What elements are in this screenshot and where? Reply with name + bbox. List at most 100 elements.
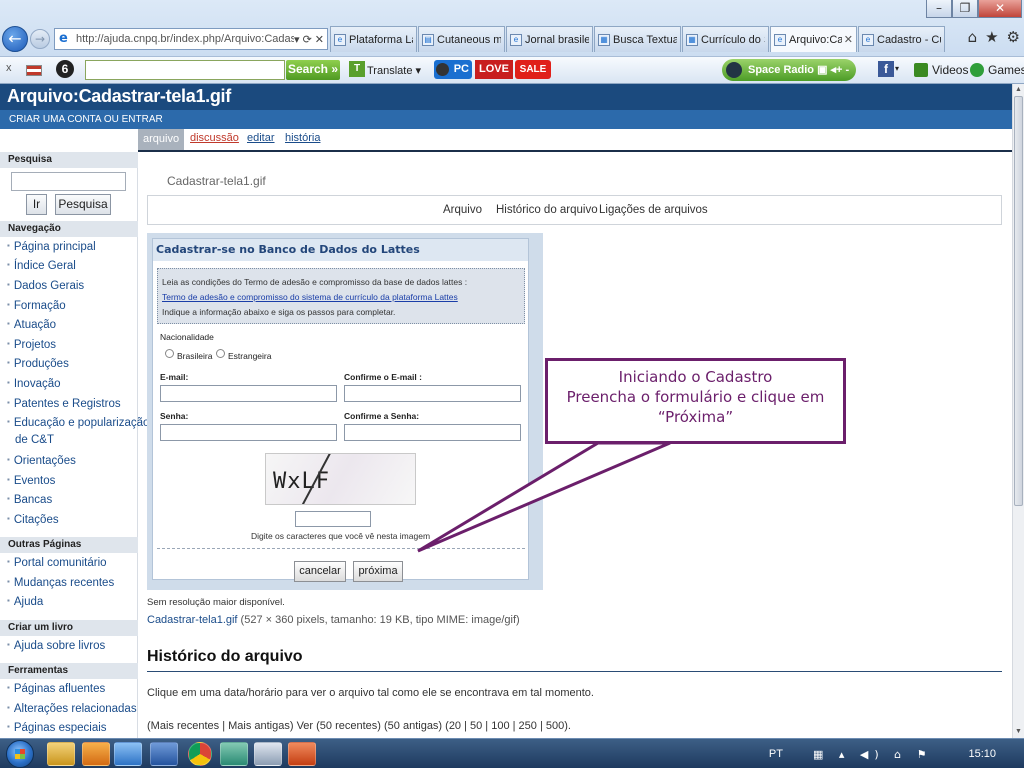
toolbar-close-icon[interactable]: x [6, 62, 12, 74]
sidebar-item-dados-gerais[interactable]: Dados Gerais [7, 280, 84, 292]
word-icon[interactable] [150, 742, 178, 766]
sidebar-item-bancas[interactable]: Bancas [7, 494, 52, 506]
sidebar-item-citacoes[interactable]: Citações [7, 514, 59, 526]
history-description: Clique em uma data/horário para ver o ar… [147, 687, 594, 699]
captcha-text: WxLF [273, 469, 330, 494]
sidebar-item-indice-geral[interactable]: Índice Geral [7, 260, 76, 272]
sidebar-item-educacao-cont[interactable]: de C&T [15, 434, 54, 446]
start-button[interactable] [6, 740, 34, 768]
tab-plataforma[interactable]: ePlataforma Lat... [330, 26, 417, 52]
vertical-scrollbar[interactable]: ▲ ▼ [1012, 84, 1024, 738]
sidebar-item-educacao[interactable]: Educação e popularização [7, 417, 150, 429]
sidebar-item-alteracoes[interactable]: Alterações relacionadas [7, 703, 137, 715]
tab-historia[interactable]: história [285, 132, 320, 144]
flag-icon[interactable] [26, 65, 42, 76]
facebook-dropdown-icon[interactable]: ▾ [895, 64, 899, 73]
tab-cadastro[interactable]: eCadastro - Cur... [858, 26, 945, 52]
chrome-icon[interactable] [188, 742, 212, 766]
url-text[interactable]: http://ajuda.cnpq.br/index.php/Arquivo:C… [76, 33, 294, 45]
captcha-hint: Digite os caracteres que você vê nesta i… [250, 531, 431, 541]
history-pagination[interactable]: (Mais recentes | Mais antigas) Ver (50 r… [147, 720, 571, 732]
toolbar-search-input[interactable] [85, 60, 285, 80]
go-button[interactable]: Ir [26, 194, 47, 215]
love-badge[interactable]: LOVE [475, 60, 513, 79]
sidebar-item-ajuda-livros[interactable]: Ajuda sobre livros [7, 640, 105, 652]
settings-gear-icon[interactable]: ⚙ [1007, 28, 1020, 46]
sale-badge[interactable]: SALE [515, 60, 551, 79]
sidebar-item-formacao[interactable]: Formação [7, 300, 66, 312]
sidebar-search-input[interactable] [11, 172, 126, 191]
callout-line2: Preencha o formulário e clique em [566, 388, 825, 406]
page-icon: ▤ [422, 33, 434, 46]
file-tab-ligacoes[interactable]: Ligações de arquivos [599, 204, 708, 216]
scroll-up-icon[interactable]: ▲ [1014, 85, 1023, 95]
sidebar-item-pagina-principal[interactable]: Página principal [7, 241, 96, 253]
tab-busca-textual[interactable]: ▦Busca Textual ... [594, 26, 681, 52]
scroll-down-icon[interactable]: ▼ [1014, 727, 1023, 737]
tab-editar[interactable]: editar [247, 132, 275, 144]
sidebar-item-projetos[interactable]: Projetos [7, 339, 56, 351]
tab-jornal[interactable]: eJornal brasileir... [506, 26, 593, 52]
file-tab-historico[interactable]: Histórico do arquivo [496, 204, 598, 216]
tab-arquivo-active[interactable]: eArquivo:Ca...✕ [770, 26, 857, 52]
explorer-folder-icon[interactable] [47, 742, 75, 766]
facebook-icon[interactable]: f [878, 61, 894, 77]
sidebar-item-eventos[interactable]: Eventos [7, 475, 56, 487]
back-button[interactable]: ← [2, 26, 28, 52]
tab-arquivo[interactable]: arquivo [138, 129, 185, 150]
sidebar-item-inovacao[interactable]: Inovação [7, 378, 61, 390]
translate-icon[interactable]: T [349, 61, 365, 77]
clock[interactable]: 15:10 [968, 748, 996, 760]
close-tab-icon[interactable]: ✕ [844, 33, 853, 46]
six-logo-icon[interactable]: 6 [56, 60, 74, 78]
sidebar-item-especiais[interactable]: Páginas especiais [7, 722, 107, 734]
file-tab-arquivo[interactable]: Arquivo [443, 204, 482, 216]
tab-discussao[interactable]: discussão [190, 132, 239, 144]
window-controls: – ❐ ✕ [926, 0, 1022, 18]
space-radio-widget[interactable]: Space Radio ▣ ◂+ - [722, 59, 856, 81]
home-icon[interactable]: ⌂ [968, 28, 978, 46]
sidebar-item-ajuda[interactable]: Ajuda [7, 596, 43, 608]
internet-explorer-icon[interactable] [114, 742, 142, 766]
file-image[interactable]: Cadastrar-se no Banco de Dados do Lattes… [147, 233, 543, 590]
sidebar-item-afluentes[interactable]: Páginas afluentes [7, 683, 105, 695]
tray-icons[interactable]: ▦ ▴ ◀) ⌂ ⚑ [813, 748, 933, 761]
terms-link: Termo de adesão e compromisso do sistema… [162, 292, 458, 302]
app-icon[interactable] [220, 742, 248, 766]
sidebar-heading-ferramentas: Ferramentas [0, 663, 138, 679]
address-bar[interactable]: e http://ajuda.cnpq.br/index.php/Arquivo… [54, 28, 328, 50]
translate-button[interactable]: Translate ▾ [367, 64, 421, 77]
url-dropdown-icon[interactable]: ▾ [294, 33, 300, 46]
maximize-button[interactable]: ❐ [952, 0, 978, 18]
refresh-icon[interactable]: ⟳ [303, 33, 312, 46]
close-window-button[interactable]: ✕ [978, 0, 1022, 18]
pc-badge[interactable]: PC [434, 60, 472, 79]
device-icon[interactable] [254, 742, 282, 766]
stop-icon[interactable]: ✕ [315, 33, 324, 46]
tab-curriculo[interactable]: ▦Currículo do Si... [682, 26, 769, 52]
sidebar-heading-pesquisa: Pesquisa [0, 152, 138, 168]
sidebar-item-portal[interactable]: Portal comunitário [7, 557, 107, 569]
toolbar-search-button[interactable]: Search » [286, 60, 340, 80]
sidebar-item-mudancas[interactable]: Mudanças recentes [7, 577, 114, 589]
ie-page-icon: e [59, 31, 68, 46]
scroll-thumb[interactable] [1014, 96, 1023, 506]
radio-estrangeira [216, 349, 225, 358]
language-indicator[interactable]: PT [769, 748, 783, 760]
file-link[interactable]: Cadastrar-tela1.gif [147, 614, 238, 626]
sidebar-item-patentes[interactable]: Patentes e Registros [7, 398, 121, 410]
search-button[interactable]: Pesquisa [55, 194, 111, 215]
minimize-button[interactable]: – [926, 0, 952, 18]
games-link[interactable]: Games [970, 63, 1024, 77]
favorites-star-icon[interactable]: ★ [985, 28, 998, 46]
media-player-icon[interactable] [82, 742, 110, 766]
sidebar-item-orientacoes[interactable]: Orientações [7, 455, 76, 467]
history-heading: Histórico do arquivo [147, 648, 1002, 672]
videos-link[interactable]: Videos [914, 63, 968, 77]
powerpoint-icon[interactable] [288, 742, 316, 766]
tab-cutaneous[interactable]: ▤Cutaneous ma... [418, 26, 505, 52]
forward-button[interactable]: → [30, 29, 50, 49]
create-account-link[interactable]: CRIAR UMA CONTA OU ENTRAR [9, 114, 163, 125]
sidebar-item-producoes[interactable]: Produções [7, 358, 69, 370]
sidebar-item-atuacao[interactable]: Atuação [7, 319, 56, 331]
